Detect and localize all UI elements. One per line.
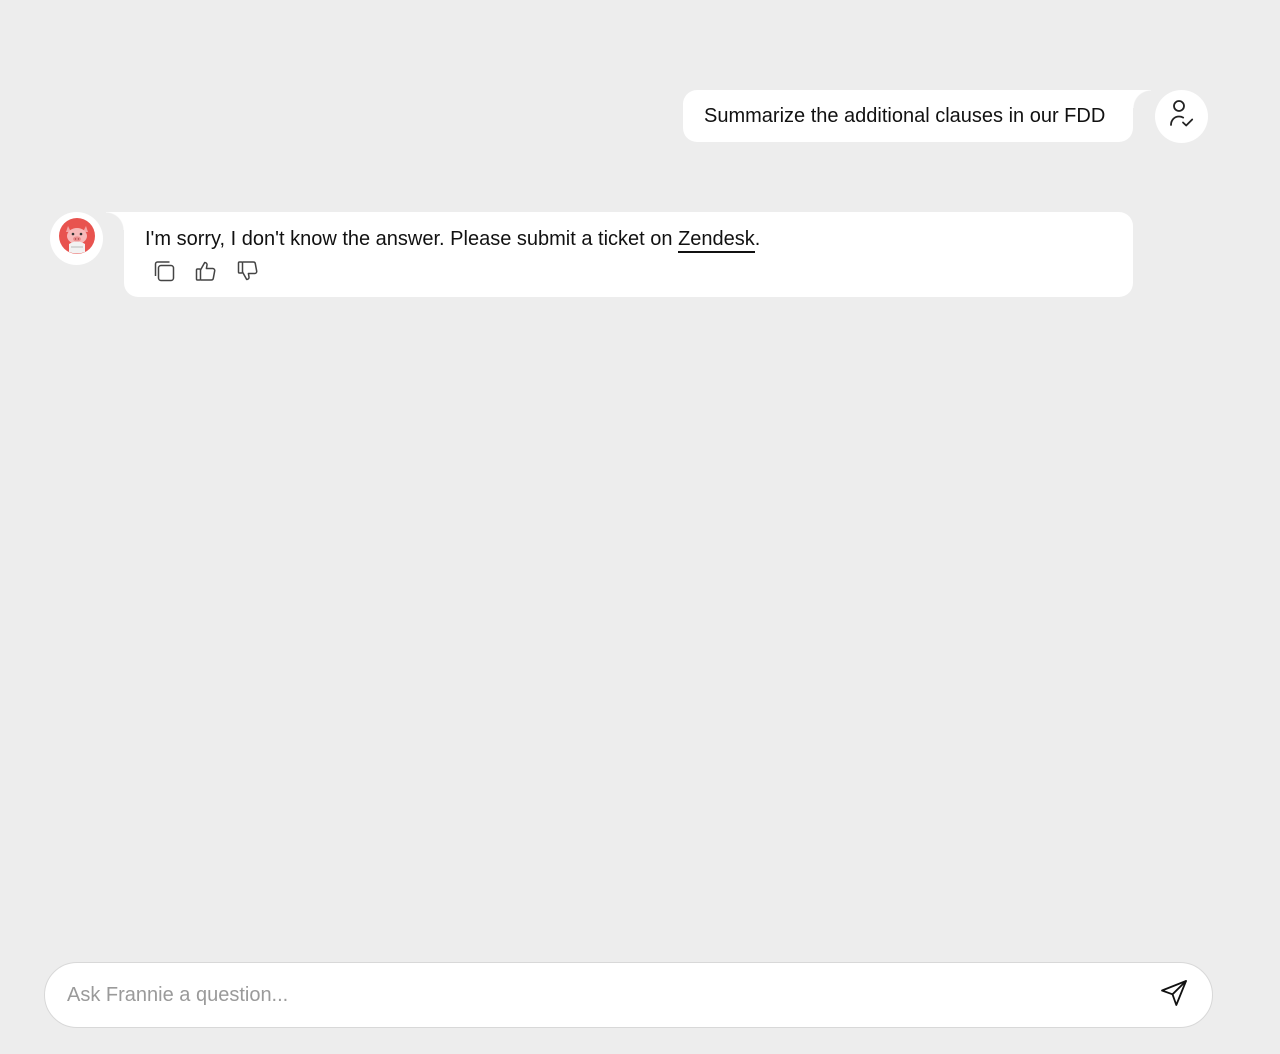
bot-message-text: I'm sorry, I don't know the answer. Plea… [145,227,1133,253]
thumbs-up-icon [194,259,218,288]
message-actions [152,259,1133,288]
user-message-bubble: Summarize the additional clauses in our … [683,90,1151,142]
composer-bar [44,962,1213,1028]
thumbs-down-button[interactable] [236,259,260,288]
thumbs-up-button[interactable] [194,261,218,285]
bot-message-bubble: I'm sorry, I don't know the answer. Plea… [106,212,1133,297]
send-button[interactable] [1154,975,1194,1015]
user-avatar [1155,90,1208,143]
question-input[interactable] [45,963,1154,1027]
bot-message-text-end: . [754,228,761,250]
bot-message-text-start: I'm sorry, I don't know the answer. Plea… [145,228,679,250]
bot-mascot-icon [58,217,96,260]
chat-page: Summarize the additional clauses in our … [0,0,1280,1054]
zendesk-link[interactable]: Zendesk [678,228,755,253]
user-message-text: Summarize the additional clauses in our … [704,104,1106,127]
thumbs-down-icon [236,259,260,288]
bot-avatar [50,212,103,265]
copy-button[interactable] [152,259,176,288]
send-icon [1159,978,1189,1013]
copy-icon [152,259,176,288]
user-check-icon [1169,99,1195,134]
